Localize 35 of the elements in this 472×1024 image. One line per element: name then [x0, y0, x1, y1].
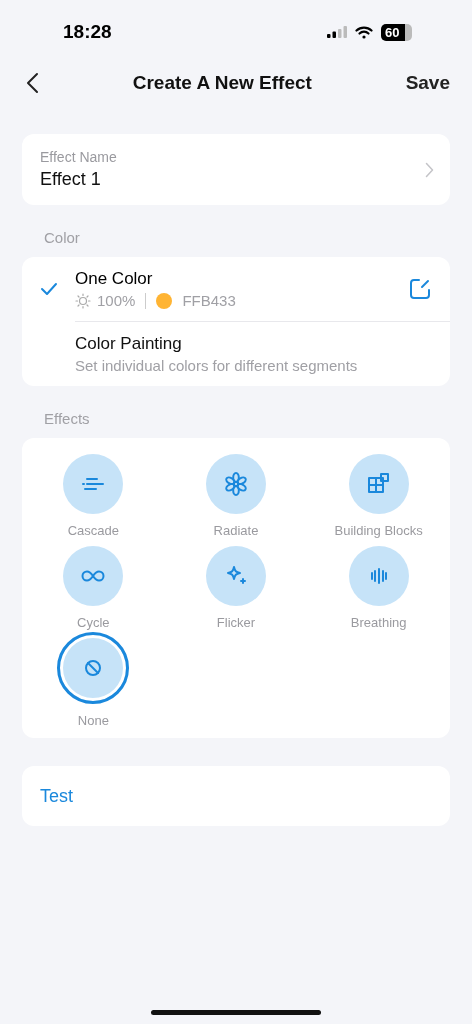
brightness-icon	[75, 292, 91, 309]
status-time: 18:28	[63, 21, 112, 43]
test-button[interactable]: Test	[22, 766, 450, 826]
save-button[interactable]: Save	[405, 72, 450, 94]
color-hex: FFB433	[182, 292, 236, 309]
effect-label: Flicker	[216, 615, 256, 630]
effect-label: None	[77, 713, 109, 728]
option-description: Set individual colors for different segments	[75, 357, 359, 374]
chevron-left-icon	[26, 72, 39, 94]
field-label: Effect Name	[40, 149, 117, 165]
wifi-icon	[355, 25, 373, 39]
chevron-right-icon	[425, 161, 434, 178]
edit-icon	[408, 277, 432, 301]
effect-label: Breathing	[350, 615, 407, 630]
color-option[interactable]: Color Painting Set individual colors for different segments	[22, 322, 450, 386]
effect-label: Cascade	[67, 523, 119, 538]
brightness-value: 100%	[97, 292, 136, 309]
checkmark-icon	[39, 282, 58, 296]
signal-icon	[327, 26, 347, 38]
section-heading: Effects	[43, 409, 91, 429]
effect-label: Building Blocks	[334, 523, 423, 538]
page-title: Create A New Effect	[132, 72, 312, 94]
effect-button[interactable]	[206, 454, 266, 514]
color-option[interactable]: One Color 100% FFB433	[22, 257, 450, 321]
effect-label: Radiate	[213, 523, 259, 538]
option-title: One Color	[75, 269, 154, 289]
effect-name-field[interactable]: Effect Name Effect 1	[22, 134, 450, 205]
edit-button[interactable]	[408, 277, 432, 301]
battery-indicator: 60	[381, 23, 412, 41]
field-value: Effect 1	[40, 169, 102, 190]
effect-label: Cycle	[77, 615, 110, 630]
lines-icon	[82, 478, 105, 490]
option-title: Color Painting	[75, 334, 183, 354]
effect-button[interactable]	[206, 546, 266, 606]
section-heading: Color	[43, 228, 81, 248]
